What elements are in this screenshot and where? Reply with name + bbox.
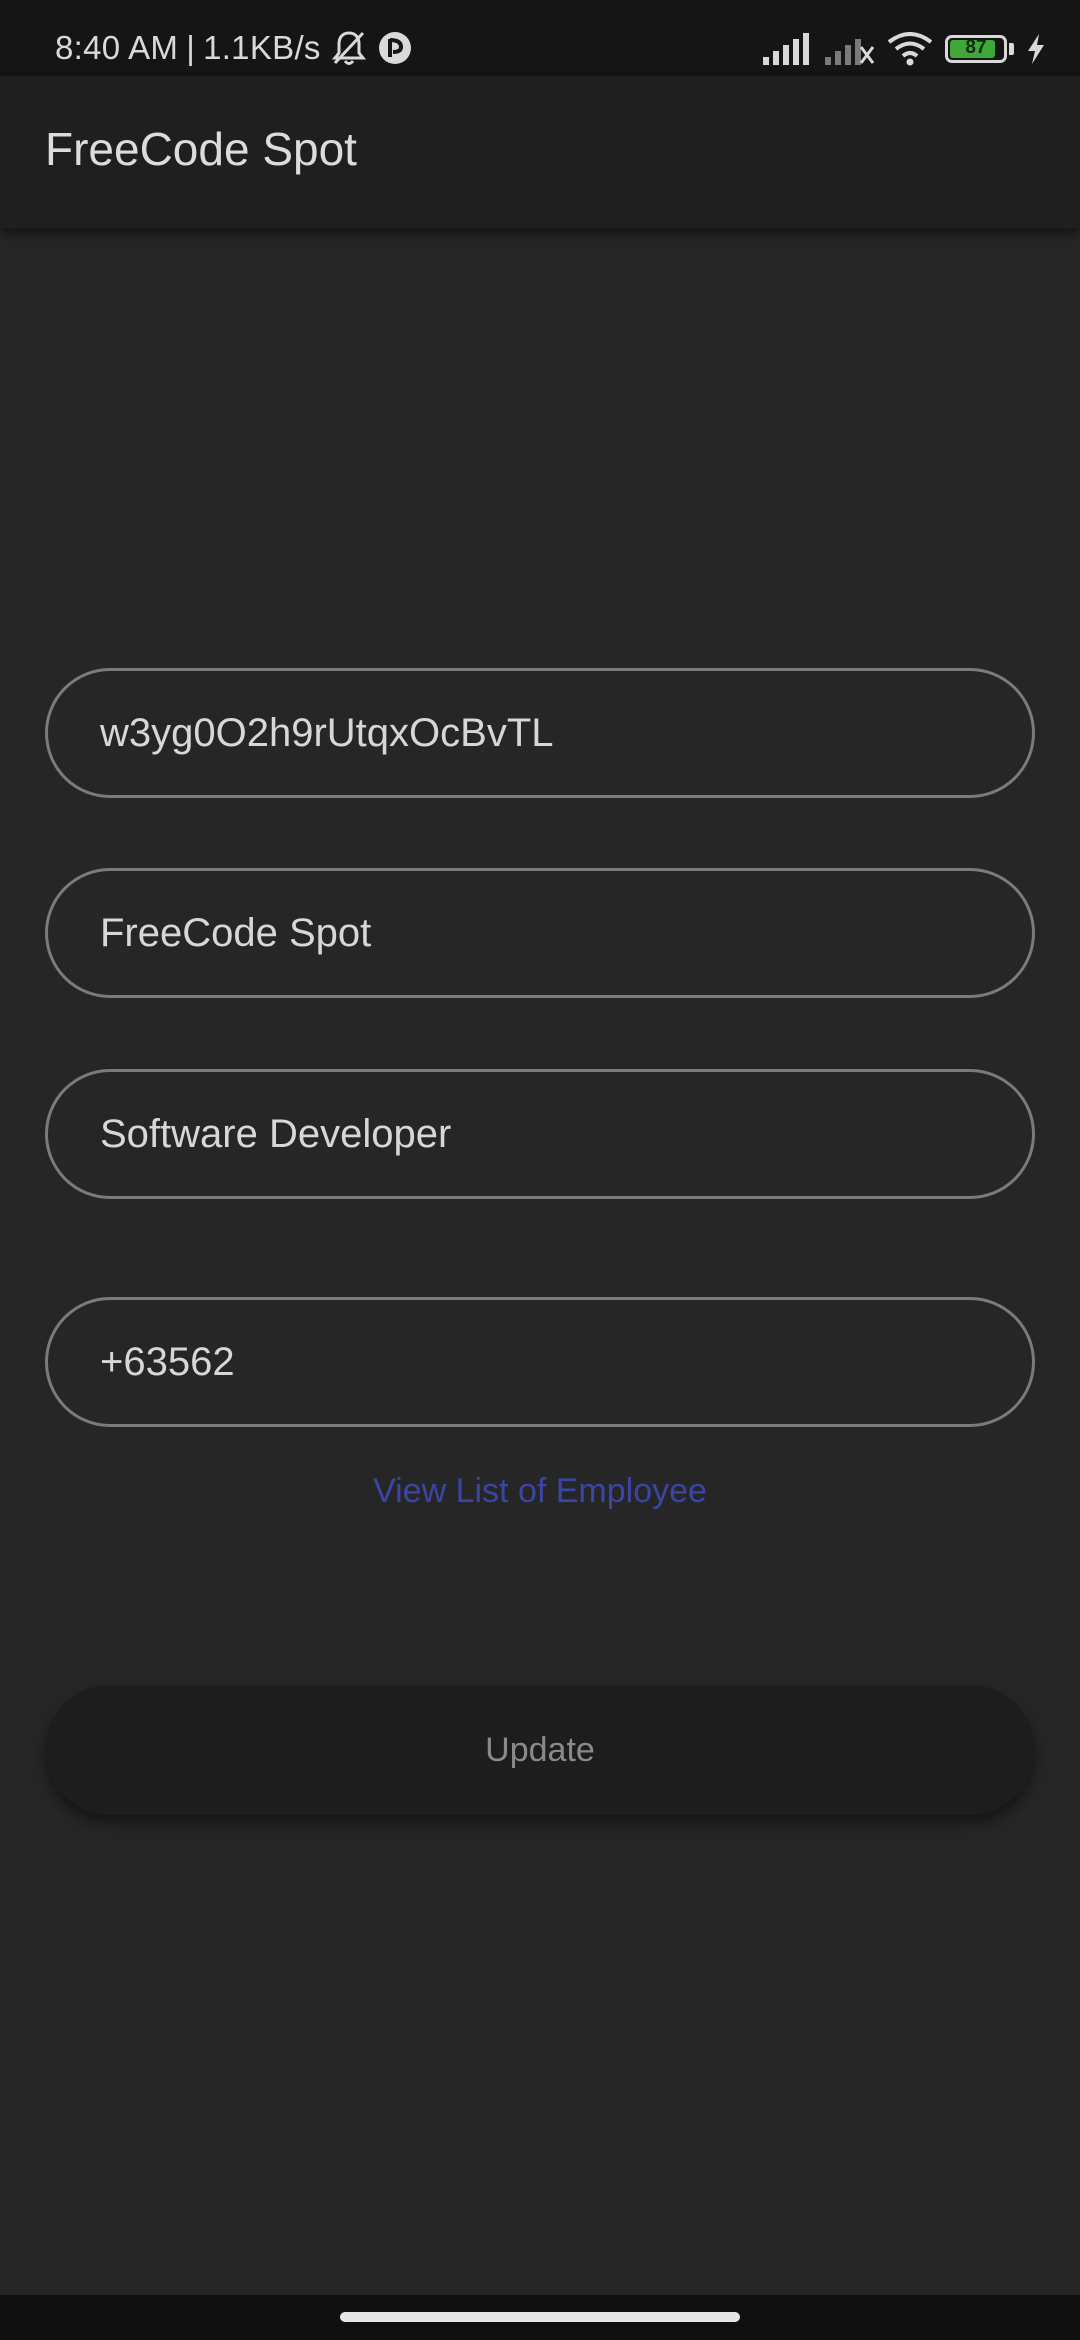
app-notification-icon bbox=[377, 30, 413, 66]
employee-contact-field[interactable] bbox=[45, 1297, 1035, 1427]
status-bar: 8:40 AM | 1.1KB/s 87 bbox=[0, 0, 1080, 76]
status-time: 8:40 AM bbox=[55, 29, 179, 66]
app-bar: FreeCode Spot bbox=[0, 76, 1080, 228]
signal-icon bbox=[763, 33, 813, 65]
navigation-bar bbox=[0, 2295, 1080, 2340]
signal-no-sim-icon bbox=[825, 33, 875, 65]
employee-id-field[interactable] bbox=[45, 668, 1035, 798]
status-right: 87 bbox=[751, 28, 1046, 70]
app-title: FreeCode Spot bbox=[45, 123, 357, 175]
status-left: 8:40 AM | 1.1KB/s bbox=[55, 24, 413, 72]
battery-level: 87 bbox=[965, 37, 987, 58]
home-indicator[interactable] bbox=[340, 2312, 740, 2322]
employee-name-input[interactable] bbox=[100, 871, 980, 995]
view-employee-list-link[interactable]: View List of Employee bbox=[0, 1472, 1080, 1511]
employee-contact-input[interactable] bbox=[100, 1300, 980, 1424]
employee-position-field[interactable] bbox=[45, 1069, 1035, 1199]
status-separator: | bbox=[186, 29, 196, 66]
network-speed: 1.1KB/s bbox=[203, 29, 321, 66]
battery-icon: 87 bbox=[945, 35, 1014, 63]
employee-id-input[interactable] bbox=[100, 671, 980, 795]
employee-name-field[interactable] bbox=[45, 868, 1035, 998]
bell-off-icon bbox=[331, 29, 367, 67]
screen: 8:40 AM | 1.1KB/s 87 FreeCode Spot w3yg0… bbox=[0, 0, 1080, 2340]
employee-position-input[interactable] bbox=[100, 1072, 980, 1196]
update-button[interactable]: Update bbox=[45, 1685, 1035, 1815]
charging-bolt-icon bbox=[1026, 34, 1046, 64]
wifi-icon bbox=[887, 32, 933, 66]
